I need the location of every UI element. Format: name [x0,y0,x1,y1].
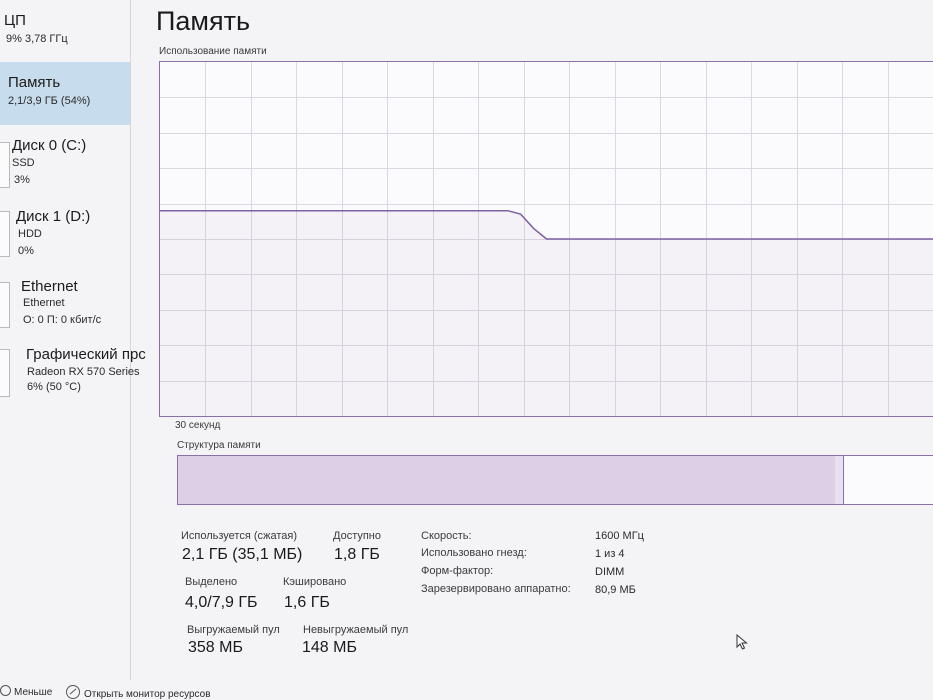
graph-label: Использование памяти [159,46,267,57]
available-value: 1,8 ГБ [334,546,380,563]
sidebar-item-detail: Radeon RX 570 Series [27,366,140,378]
memory-usage-area [160,210,933,416]
in-use-label: Используется (сжатая) [181,530,298,542]
sidebar-item-gpu[interactable]: Графический прс Radeon RX 570 Series 6% … [0,343,146,403]
mouse-cursor-icon [736,634,748,650]
sidebar-item-detail: 9% 3,78 ГГц [6,33,68,45]
disk0-graph-thumbnail [0,142,10,188]
nonpaged-pool-label: Невыгружаемый пул [303,624,409,636]
time-range-label: 30 секунд [175,420,221,431]
sidebar-item-detail: 2,1/3,9 ГБ (54%) [8,95,91,107]
slots-used-label: Использовано гнезд: [421,547,527,559]
form-factor-label: Форм-фактор: [421,565,494,577]
form-factor-value: DIMM [595,566,625,578]
in-use-value: 2,1 ГБ (35,1 МБ) [182,546,303,563]
sidebar-item-detail: HDD [18,228,42,240]
cached-value: 1,6 ГБ [284,594,330,611]
fewer-details-button[interactable]: Меньше [0,685,52,698]
cached-label: Кэшировано [283,576,347,588]
sidebar-item-detail: 6% (50 °C) [27,381,81,393]
memory-structure-bar [177,455,933,505]
sidebar-item-disk1[interactable]: Диск 1 (D:) HDD 0% [0,205,130,265]
sidebar-item-detail: 3% [14,174,30,186]
memory-free-segment [845,456,933,504]
committed-label: Выделено [185,576,238,588]
sidebar-item-title: Память [8,74,61,91]
memory-in-use-segment [178,456,836,504]
page-title: Память [156,6,251,36]
chevron-up-icon [0,685,11,696]
sidebar-item-disk0[interactable]: Диск 0 (C:) SSD 3% [0,134,130,194]
sidebar-item-title: Графический прс [26,346,146,363]
memory-usage-graph [159,61,933,417]
sidebar-item-cpu[interactable]: ЦП 9% 3,78 ГГц [0,0,130,56]
hardware-reserved-value: 80,9 МБ [595,584,636,596]
sidebar-item-detail: SSD [12,157,35,169]
slots-used-value: 1 из 4 [595,548,625,560]
sidebar-item-title: Диск 1 (D:) [16,208,91,225]
sidebar-item-detail: Ethernet [23,297,65,309]
sidebar-item-detail: О: 0 П: 0 кбит/с [23,314,102,326]
memory-modified-segment [835,456,844,504]
sidebar-item-ethernet[interactable]: Ethernet Ethernet О: 0 П: 0 кбит/с [0,276,130,336]
resource-monitor-icon [66,685,80,699]
disk1-graph-thumbnail [0,211,10,257]
sidebar: ЦП 9% 3,78 ГГц Память 2,1/3,9 ГБ (54%) Д… [0,0,146,680]
speed-value: 1600 МГц [595,530,644,542]
paged-pool-label: Выгружаемый пул [187,624,280,636]
sidebar-item-detail: 0% [18,245,34,257]
open-resource-monitor-link[interactable]: Открыть монитор ресурсов [66,685,211,700]
sidebar-item-memory[interactable]: Память 2,1/3,9 ГБ (54%) [0,62,130,125]
gpu-graph-thumbnail [0,349,10,397]
sidebar-item-title: ЦП [4,12,26,29]
nonpaged-pool-value: 148 МБ [302,639,357,656]
ethernet-graph-thumbnail [0,282,10,328]
structure-label: Структура памяти [177,440,261,451]
committed-value: 4,0/7,9 ГБ [185,594,258,611]
footer: Меньше Открыть монитор ресурсов [0,682,933,700]
sidebar-item-title: Ethernet [21,278,78,295]
memory-usage-chart [160,62,933,416]
speed-label: Скорость: [421,530,472,542]
sidebar-item-title: Диск 0 (C:) [12,137,87,154]
available-label: Доступно [333,530,382,542]
hardware-reserved-label: Зарезервировано аппаратно: [421,583,571,595]
fewer-details-label: Меньше [14,687,53,698]
paged-pool-value: 358 МБ [188,639,243,656]
open-resource-monitor-label: Открыть монитор ресурсов [84,689,211,700]
